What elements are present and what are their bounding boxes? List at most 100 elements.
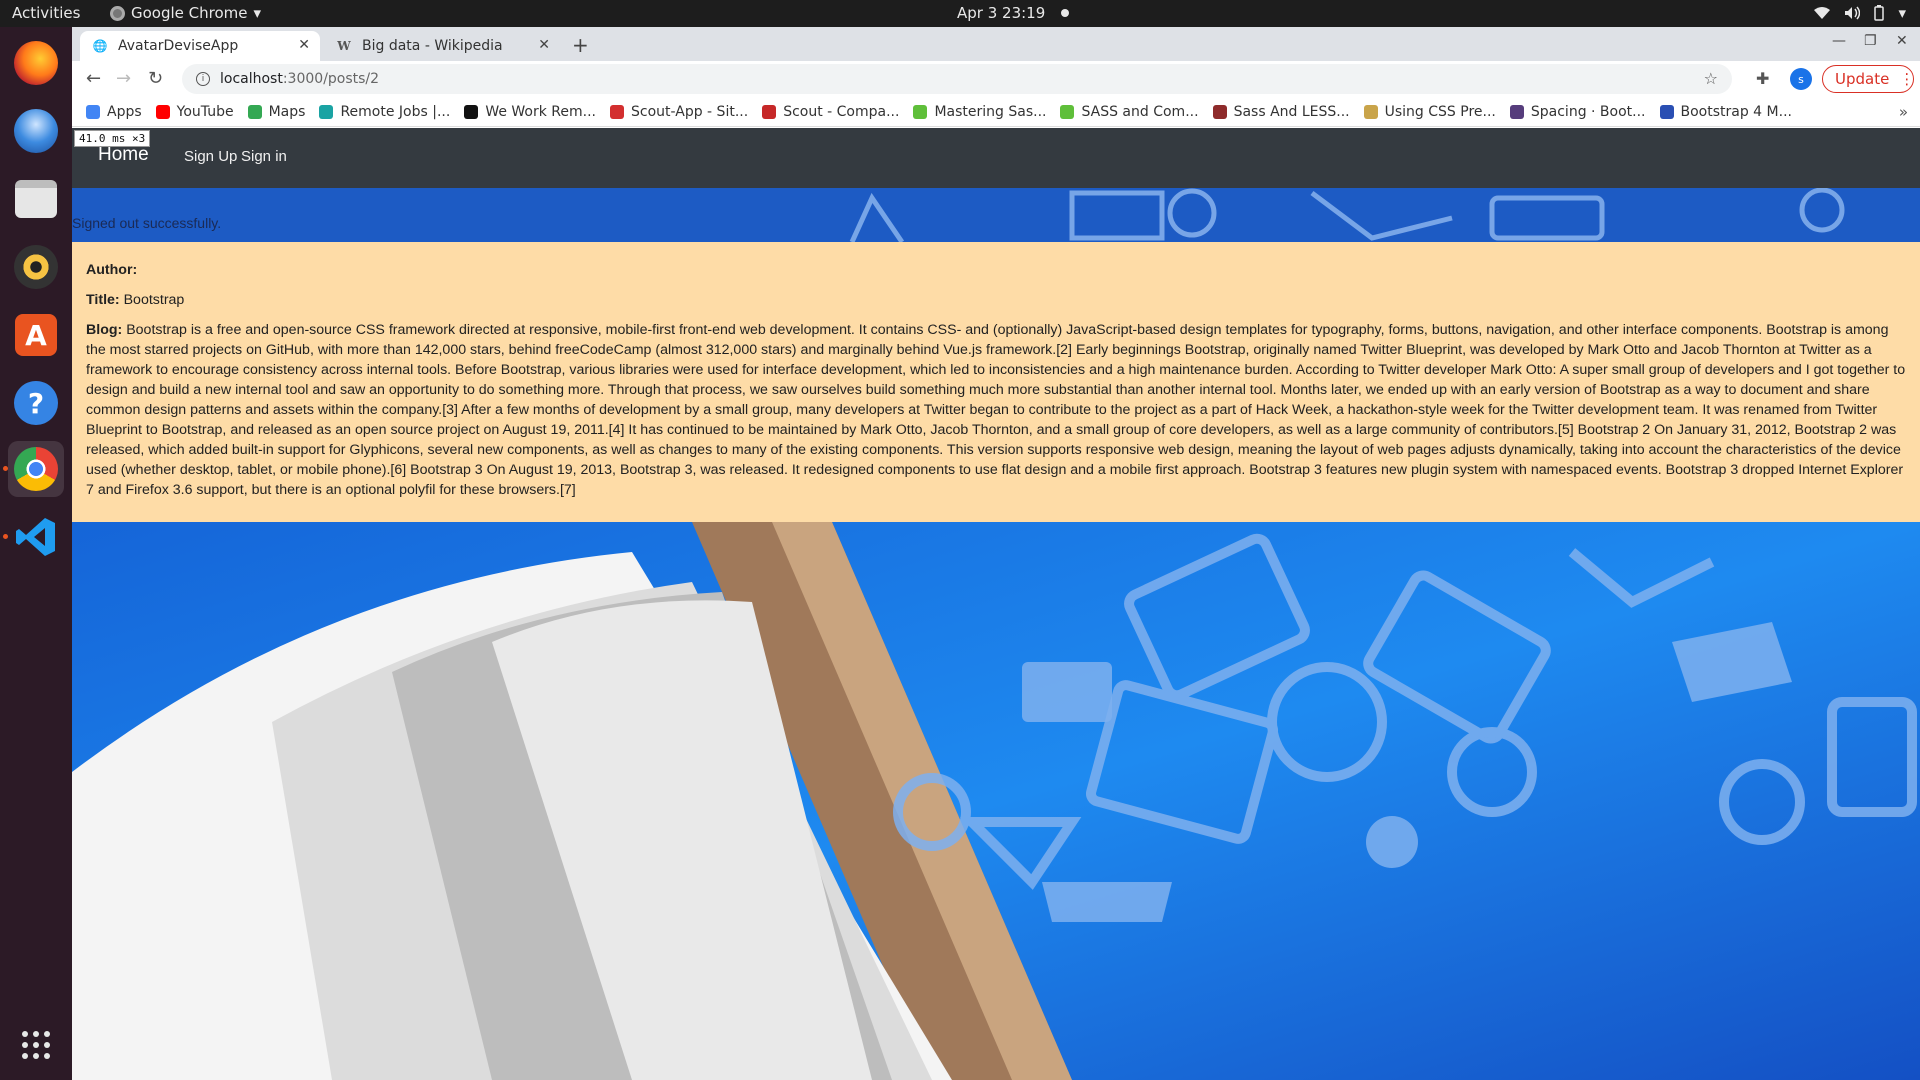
bookmark-item[interactable]: Scout-App - Sit... [610,104,748,120]
new-tab-button[interactable]: + [572,33,589,57]
bookmark-item[interactable]: Bootstrap 4 M... [1659,103,1792,120]
bookmark-label: Apps [107,103,142,120]
dock-chrome[interactable] [8,441,64,497]
bookmark-item[interactable]: Apps [86,104,142,120]
update-button[interactable]: Update ⋮ [1822,65,1914,93]
extensions-puzzle-icon[interactable]: ✚ [1756,69,1769,88]
volume-icon [1845,6,1861,20]
bookmark-label: YouTube [176,103,234,120]
bookmark-label: SASS and Com... [1081,103,1199,120]
dock-thunderbird[interactable] [8,103,64,159]
dock-help[interactable]: ? [8,375,64,431]
dock-firefox[interactable] [8,35,64,91]
dock-software[interactable]: A [8,307,64,363]
forward-arrow-icon[interactable]: → [116,68,131,89]
blog-label: Blog: [86,322,123,338]
rhythmbox-icon [14,245,58,289]
close-window-icon[interactable]: ✕ [1896,33,1908,49]
dock-files[interactable] [8,171,64,227]
tab-title: Big data - Wikipedia [362,38,503,54]
files-icon [15,180,57,218]
wifi-icon [1814,7,1831,19]
bookmark-favicon-icon [1363,104,1378,119]
app-grid-icon [22,1031,50,1059]
bookmark-item[interactable]: Using CSS Pre... [1363,104,1496,120]
bookmark-item[interactable]: Mastering Sas... [913,104,1046,120]
bookmark-item[interactable]: Scout - Compa... [762,104,899,120]
chrome-mini-icon [110,5,125,21]
nav-sign-in-link[interactable]: Sign in [241,148,287,165]
app-menu[interactable]: Google Chrome ▾ [110,4,261,22]
close-tab-icon[interactable]: ✕ [298,37,310,53]
title-label: Title: [86,292,120,308]
bookmarks-overflow-icon[interactable]: » [1899,103,1908,121]
bookmark-item[interactable]: Sass And LESS... [1212,103,1350,120]
tab-avatardeviseapp[interactable]: 🌐 AvatarDeviseApp ✕ [80,31,320,61]
bookmark-item[interactable]: Remote Jobs |... [319,104,450,120]
bookmark-label: Scout - Compa... [783,103,900,120]
tab-big-data-wikipedia[interactable]: W Big data - Wikipedia ✕ [324,31,560,61]
thunderbird-icon [14,109,58,153]
site-info-icon[interactable]: i [196,72,210,86]
url-path: :3000/posts/2 [282,71,380,87]
caret-down-icon: ▾ [253,4,262,22]
address-bar[interactable]: i localhost:3000/posts/2 ☆ [182,64,1732,94]
book-background-illustration [72,522,1920,1080]
bookmark-item[interactable]: Maps [247,104,305,120]
bookmark-favicon-icon [1060,104,1075,119]
dock-vscode[interactable] [8,509,64,565]
nav-home-link[interactable]: Home [98,144,149,166]
bookmark-label: Sass And LESS... [1233,103,1350,120]
bookmark-favicon-icon [610,104,624,119]
bookmark-label: Bootstrap 4 M... [1680,103,1792,120]
bookmark-favicon-icon [913,104,928,119]
firefox-icon [14,41,58,85]
chrome-window: 🌐 AvatarDeviseApp ✕ W Big data - Wikiped… [72,27,1920,1080]
page-viewport: 41.0 ms ×3 Home Sign Up Sign in Signed o… [72,128,1920,1080]
bookmark-label: Spacing · Boot... [1530,103,1646,120]
tab-title: AvatarDeviseApp [118,38,239,54]
activities-button[interactable]: Activities [12,4,80,22]
globe-icon: 🌐 [92,39,108,53]
update-label: Update [1835,70,1890,88]
apps-grid-icon [86,104,100,119]
close-tab-icon[interactable]: ✕ [538,37,550,53]
help-icon: ? [14,381,58,425]
author-label: Author: [86,262,138,278]
app-menu-label: Google Chrome [131,4,248,22]
bookmark-label: Scout-App - Sit... [631,103,749,120]
post-card: Author: Title: Bootstrap Blog: Bootstrap… [72,242,1920,522]
dock-app-grid[interactable] [8,1017,64,1073]
back-arrow-icon[interactable]: ← [86,68,101,89]
bookmark-star-icon[interactable]: ☆ [1704,69,1718,88]
bookmark-item[interactable]: YouTube [155,103,234,120]
system-top-bar: Activities Google Chrome ▾ Apr 3 23:19 ▾ [0,0,1920,27]
clock[interactable]: Apr 3 23:19 [957,4,1070,22]
bookmark-favicon-icon [319,104,334,119]
nav-sign-up-link[interactable]: Sign Up [184,148,237,165]
dock: A ? [0,27,72,1080]
title-row: Title: Bootstrap [86,290,1906,310]
bookmark-favicon-icon [762,104,777,119]
bookmark-favicon-icon [247,104,262,119]
performance-overlay: 41.0 ms ×3 [74,130,151,147]
restore-icon[interactable]: ❐ [1864,33,1877,49]
more-menu-icon: ⋮ [1899,70,1915,88]
dock-rhythmbox[interactable] [8,239,64,295]
blog-row: Blog: Bootstrap is a free and open-sourc… [86,320,1906,500]
bookmark-label: We Work Rem... [485,103,596,120]
reload-icon[interactable]: ↻ [148,68,163,89]
url-host: localhost [220,71,283,87]
bookmark-label: Mastering Sas... [934,103,1047,120]
bookmark-item[interactable]: SASS and Com... [1060,103,1199,120]
minimize-icon[interactable]: — [1832,33,1846,49]
profile-avatar[interactable]: s [1790,68,1812,90]
browser-toolbar: ← → ↻ i localhost:3000/posts/2 ☆ ✚ s Upd… [72,61,1920,97]
background-decoration [72,188,1920,242]
wikipedia-icon: W [337,39,351,53]
bookmark-favicon-icon [155,104,170,119]
bookmark-favicon-icon [464,104,479,119]
bookmark-item[interactable]: Spacing · Boot... [1509,103,1646,120]
bookmark-item[interactable]: We Work Rem... [464,104,596,120]
system-tray[interactable]: ▾ [1814,4,1906,22]
